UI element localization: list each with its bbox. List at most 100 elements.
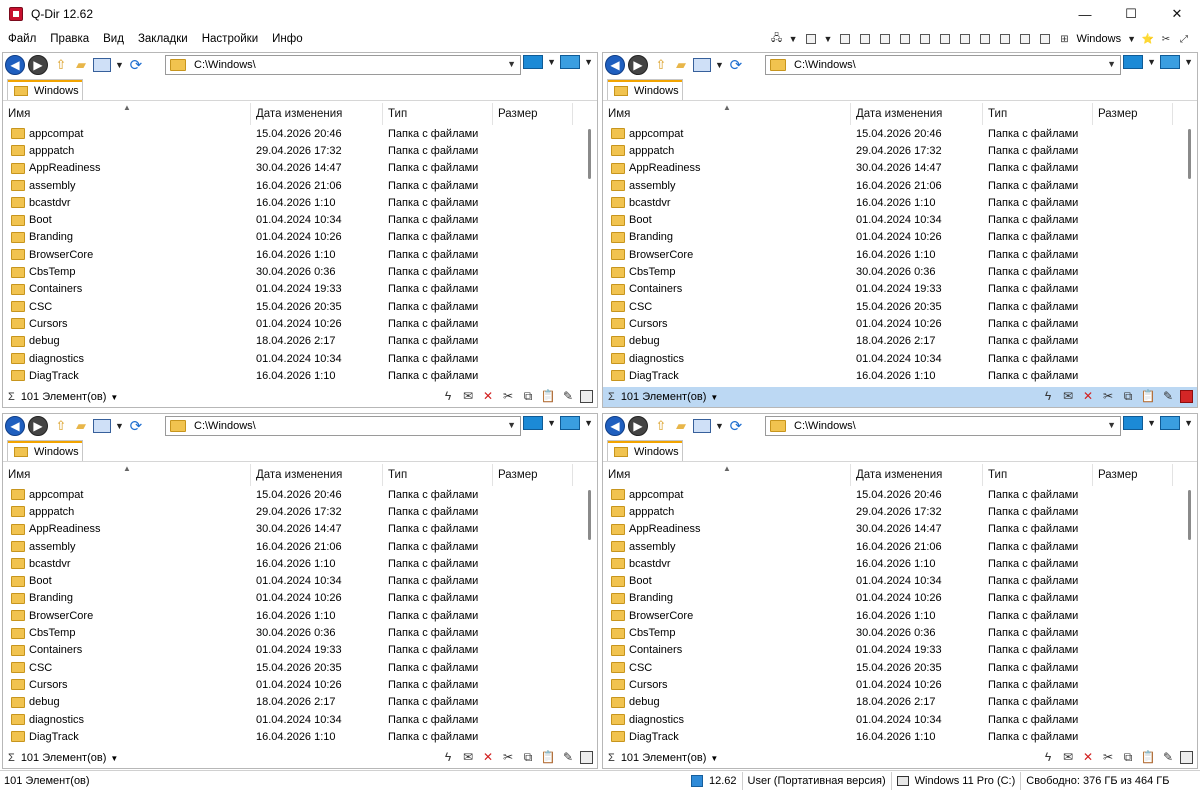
file-name-cell[interactable]: Boot <box>3 575 251 587</box>
table-row[interactable]: CSC 15.04.2026 20:35 Папка с файлами <box>603 298 1187 315</box>
table-row[interactable]: assembly 16.04.2026 21:06 Папка с файлам… <box>3 177 587 194</box>
file-name-cell[interactable]: AppReadiness <box>603 523 851 535</box>
table-row[interactable]: CbsTemp 30.04.2026 0:36 Папка с файлами <box>3 624 587 641</box>
close-button[interactable]: ✕ <box>1154 0 1200 28</box>
column-header-date[interactable]: Дата изменения <box>251 103 383 125</box>
layout-icon[interactable] <box>1000 34 1011 44</box>
table-row[interactable]: DiagTrack 16.04.2026 1:10 Папка с файлам… <box>603 367 1187 384</box>
chevron-down-icon[interactable]: ▼ <box>715 421 724 431</box>
file-name-cell[interactable]: BrowserCore <box>603 610 851 622</box>
vertical-scrollbar[interactable] <box>1188 490 1191 540</box>
table-row[interactable]: AppReadiness 30.04.2026 14:47 Папка с фа… <box>3 521 587 538</box>
file-name-cell[interactable]: Cursors <box>603 318 851 330</box>
minimize-button[interactable]: — <box>1062 0 1108 28</box>
file-list[interactable]: appcompat 15.04.2026 20:46 Папка с файла… <box>603 486 1187 748</box>
favorites-icon[interactable]: ⭐ <box>1140 31 1156 47</box>
new-folder-icon[interactable]: ▰ <box>71 55 91 75</box>
column-header-type[interactable]: Тип <box>983 103 1093 125</box>
table-row[interactable]: apppatch 29.04.2026 17:32 Папка с файлам… <box>3 503 587 520</box>
edit-icon[interactable]: ✎ <box>1160 388 1176 404</box>
lightning-icon[interactable]: ϟ <box>1040 749 1056 765</box>
layout-4-icon[interactable] <box>805 34 816 44</box>
pane-toggle-icon[interactable] <box>1180 750 1193 764</box>
table-row[interactable]: CSC 15.04.2026 20:35 Папка с файлами <box>603 659 1187 676</box>
table-row[interactable]: BrowserCore 16.04.2026 1:10 Папка с файл… <box>603 607 1187 624</box>
table-row[interactable]: Boot 01.04.2024 10:34 Папка с файлами <box>3 572 587 589</box>
edit-icon[interactable]: ✎ <box>1160 749 1176 765</box>
cut-icon[interactable]: ✂ <box>500 388 516 404</box>
delete-icon[interactable]: ✕ <box>480 749 496 765</box>
menu-bookmarks[interactable]: Закладки <box>131 28 195 50</box>
table-row[interactable]: AppReadiness 30.04.2026 14:47 Папка с фа… <box>603 521 1187 538</box>
tab-windows[interactable]: Windows <box>607 440 683 462</box>
back-button[interactable]: ◀ <box>605 55 625 75</box>
view-mode-icon[interactable] <box>93 419 111 433</box>
table-row[interactable]: Containers 01.04.2024 19:33 Папка с файл… <box>3 642 587 659</box>
file-name-cell[interactable]: BrowserCore <box>603 249 851 261</box>
new-folder-icon[interactable]: ▰ <box>71 416 91 436</box>
column-header-type[interactable]: Тип <box>383 464 493 486</box>
chevron-down-icon[interactable]: ▼ <box>1184 418 1193 428</box>
desktop-icon[interactable] <box>560 416 581 430</box>
file-name-cell[interactable]: Containers <box>603 283 851 295</box>
pane-toggle-icon[interactable] <box>580 389 593 403</box>
table-row[interactable]: debug 18.04.2026 2:17 Папка с файлами <box>603 333 1187 350</box>
tools-icon[interactable]: ✂ <box>1158 31 1174 47</box>
column-header-name[interactable]: ▲ Имя <box>603 464 851 486</box>
file-name-cell[interactable]: diagnostics <box>603 714 851 726</box>
table-row[interactable]: apppatch 29.04.2026 17:32 Папка с файлам… <box>3 142 587 159</box>
address-path[interactable]: C:\Windows\ <box>194 59 256 71</box>
mail-icon[interactable]: ✉ <box>1060 749 1076 765</box>
refresh-icon[interactable]: ⟳ <box>126 416 146 436</box>
file-name-cell[interactable]: debug <box>3 335 251 347</box>
chevron-down-icon[interactable]: ▼ <box>547 418 556 428</box>
chevron-down-icon[interactable]: ▼ <box>789 34 798 44</box>
chevron-down-icon[interactable]: ▼ <box>715 60 724 70</box>
file-name-cell[interactable]: bcastdvr <box>3 197 251 209</box>
chevron-down-icon[interactable]: ▼ <box>584 57 593 67</box>
table-row[interactable]: AppReadiness 30.04.2026 14:47 Папка с фа… <box>3 160 587 177</box>
file-name-cell[interactable]: DiagTrack <box>603 731 851 743</box>
table-row[interactable]: appcompat 15.04.2026 20:46 Папка с файла… <box>603 486 1187 503</box>
table-row[interactable]: appcompat 15.04.2026 20:46 Папка с файла… <box>603 125 1187 142</box>
table-row[interactable]: Branding 01.04.2024 10:26 Папка с файлам… <box>603 590 1187 607</box>
table-row[interactable]: Containers 01.04.2024 19:33 Папка с файл… <box>603 281 1187 298</box>
column-header-size[interactable]: Размер <box>1093 103 1173 125</box>
cut-icon[interactable]: ✂ <box>500 749 516 765</box>
file-name-cell[interactable]: Cursors <box>603 679 851 691</box>
file-name-cell[interactable]: debug <box>603 696 851 708</box>
lightning-icon[interactable]: ϟ <box>440 749 456 765</box>
file-name-cell[interactable]: DiagTrack <box>3 731 251 743</box>
file-name-cell[interactable]: CbsTemp <box>3 627 251 639</box>
menu-info[interactable]: Инфо <box>265 28 309 50</box>
address-bar[interactable]: C:\Windows\ ▼ <box>165 55 521 75</box>
tab-windows[interactable]: Windows <box>607 79 683 101</box>
layout-icon[interactable] <box>1040 34 1051 44</box>
table-row[interactable]: DiagTrack 16.04.2026 1:10 Папка с файлам… <box>3 728 587 745</box>
desktop-icon[interactable] <box>560 55 581 69</box>
table-row[interactable]: debug 18.04.2026 2:17 Папка с файлами <box>603 694 1187 711</box>
paste-icon[interactable]: 📋 <box>540 749 556 765</box>
windows-mode-label[interactable]: Windows <box>1076 33 1121 45</box>
file-name-cell[interactable]: assembly <box>3 180 251 192</box>
network-icon[interactable]: 🖧 <box>769 31 785 47</box>
file-name-cell[interactable]: appcompat <box>3 489 251 501</box>
cut-icon[interactable]: ✂ <box>1100 749 1116 765</box>
table-row[interactable]: debug 18.04.2026 2:17 Папка с файлами <box>3 694 587 711</box>
pane-toggle-icon[interactable] <box>1180 389 1193 403</box>
file-name-cell[interactable]: apppatch <box>603 145 851 157</box>
file-name-cell[interactable]: Cursors <box>3 318 251 330</box>
chevron-down-icon[interactable]: ▼ <box>115 421 124 431</box>
lightning-icon[interactable]: ϟ <box>1040 388 1056 404</box>
up-folder-icon[interactable]: ⇧ <box>651 416 671 436</box>
new-folder-icon[interactable]: ▰ <box>671 55 691 75</box>
file-list[interactable]: appcompat 15.04.2026 20:46 Папка с файла… <box>3 125 587 387</box>
chevron-down-icon[interactable]: ▼ <box>584 418 593 428</box>
file-name-cell[interactable]: AppReadiness <box>3 162 251 174</box>
back-button[interactable]: ◀ <box>5 416 25 436</box>
column-header-name[interactable]: ▲ Имя <box>3 464 251 486</box>
back-button[interactable]: ◀ <box>605 416 625 436</box>
table-row[interactable]: DiagTrack 16.04.2026 1:10 Папка с файлам… <box>603 728 1187 745</box>
column-header-name[interactable]: ▲ Имя <box>3 103 251 125</box>
table-row[interactable]: appcompat 15.04.2026 20:46 Папка с файла… <box>3 125 587 142</box>
